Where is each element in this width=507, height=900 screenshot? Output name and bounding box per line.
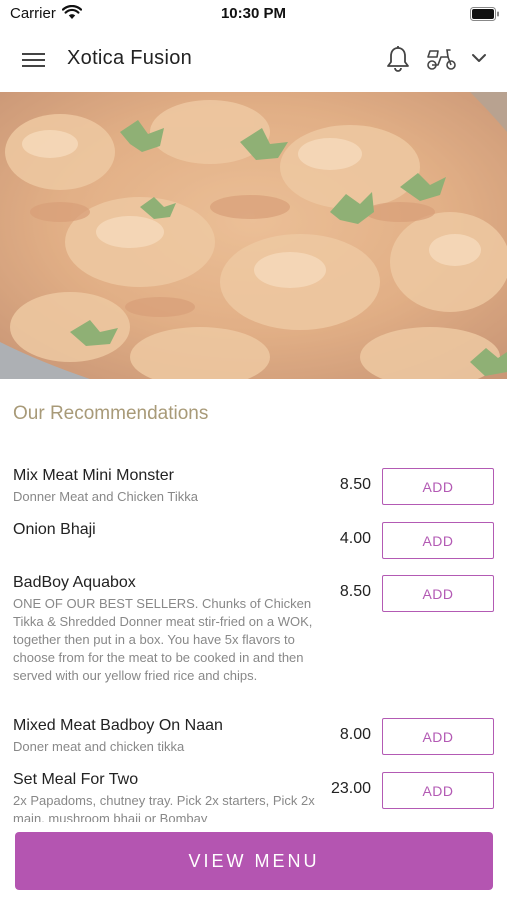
menu-item: Mix Meat Mini Monster Donner Meat and Ch… [0,466,507,520]
app-bar: Xotica Fusion [0,28,507,92]
hero-food-image [0,92,507,379]
scooter-icon[interactable] [426,47,458,76]
menu-item: BadBoy Aquabox ONE OF OUR BEST SELLERS. … [0,573,507,716]
item-price: 8.50 [339,583,371,600]
add-button[interactable]: ADD [382,575,494,612]
add-button[interactable]: ADD [382,522,494,559]
item-description: Doner meat and chicken tikka [13,739,185,754]
chevron-down-icon[interactable] [471,51,487,69]
item-price: 23.00 [330,780,371,797]
hero-overlay [0,92,507,379]
add-button[interactable]: ADD [382,718,494,755]
app-title: Xotica Fusion [67,47,193,69]
status-bar: Carrier 10:30 PM [0,0,507,28]
item-price: 8.00 [339,726,371,743]
item-name: BadBoy Aquabox [13,574,136,591]
status-time: 10:30 PM [220,5,287,22]
item-name: Onion Bhaji [13,521,96,538]
item-description: Donner Meat and Chicken Tikka [13,489,198,504]
menu-item: Mixed Meat Badboy On Naan Doner meat and… [0,716,507,770]
item-description: ONE OF OUR BEST SELLERS. Chunks of Chick… [13,596,313,683]
item-price: 8.50 [339,476,371,493]
recommendations-list: Mix Meat Mini Monster Donner Meat and Ch… [0,466,507,822]
recommendations-heading: Our Recommendations [13,403,209,424]
item-name: Mixed Meat Badboy On Naan [13,717,223,734]
item-name: Set Meal For Two [13,771,139,788]
hamburger-menu-icon[interactable] [22,50,46,70]
add-button[interactable]: ADD [382,468,494,505]
bell-icon[interactable] [385,45,411,78]
view-menu-button[interactable]: VIEW MENU [15,832,493,890]
menu-item: Onion Bhaji 4.00 ADD [0,520,507,573]
battery-icon [470,7,500,26]
item-description: 2x Papadoms, chutney tray. Pick 2x start… [13,793,315,822]
menu-item: Set Meal For Two 2x Papadoms, chutney tr… [0,770,507,822]
add-button[interactable]: ADD [382,772,494,809]
item-name: Mix Meat Mini Monster [13,467,174,484]
item-price: 4.00 [339,530,371,547]
